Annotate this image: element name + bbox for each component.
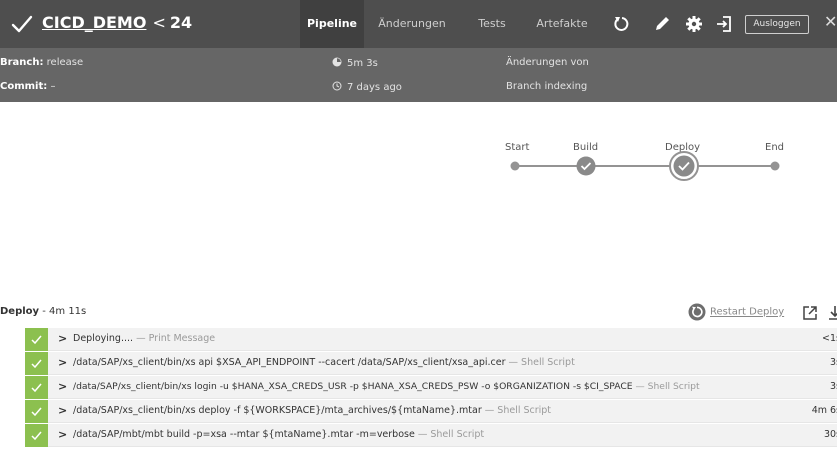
chevron-right-icon[interactable]: > (58, 356, 67, 369)
step-list: > Deploying.... — Print Message <1s > /d… (25, 328, 837, 448)
step-type: — Shell Script (635, 381, 700, 392)
step-command: /data/SAP/xs_client/bin/xs login -u $HAN… (73, 381, 633, 392)
step-type: — Shell Script (484, 405, 552, 416)
check-icon (31, 335, 42, 345)
step-status-success (25, 376, 48, 399)
step-command: Deploying.... (73, 333, 134, 344)
step-status-success (25, 424, 48, 447)
step-text: /data/SAP/xs_client/bin/xs deploy -f ${W… (73, 405, 551, 416)
restart-stage-button[interactable]: Restart Deploy (688, 303, 784, 321)
clock-icon (332, 81, 342, 91)
stage-detail-name: Deploy (0, 306, 40, 317)
stage-detail-header: Deploy - 4m 11s Restart Deploy (0, 300, 837, 324)
step-row[interactable]: > /data/SAP/xs_client/bin/xs deploy -f $… (25, 400, 837, 423)
step-command: /data/SAP/xs_client/bin/xs deploy -f ${W… (73, 405, 482, 416)
stage-node-build[interactable] (576, 156, 596, 176)
job-name-link[interactable]: CICD_DEMO (42, 13, 146, 32)
step-row[interactable]: > Deploying.... — Print Message <1s (25, 328, 837, 351)
duration-info: 5m 3s (332, 57, 378, 69)
check-icon (31, 359, 42, 369)
success-check-icon (11, 15, 33, 33)
changes-info: Änderungen von (506, 57, 589, 68)
download-icon[interactable] (827, 305, 837, 321)
stage-detail-title: Deploy - 4m 11s (0, 306, 86, 317)
step-type: — Shell Script (417, 429, 485, 440)
tab-artifacts[interactable]: Artefakte (534, 0, 590, 48)
branch-value: release (46, 57, 84, 68)
check-icon (31, 383, 42, 393)
step-row[interactable]: > /data/SAP/xs_client/bin/xs login -u $H… (25, 376, 837, 399)
edit-icon[interactable] (652, 14, 672, 34)
commit-label: Commit: (0, 81, 48, 92)
time-ago-value: 7 days ago (347, 82, 402, 93)
step-type: — Shell Script (508, 357, 575, 368)
tab-pipeline[interactable]: Pipeline (300, 0, 364, 48)
check-icon (31, 431, 42, 441)
stage-node-start (510, 161, 520, 171)
stage-node-deploy[interactable] (669, 151, 699, 181)
restart-stage-label: Restart Deploy (710, 306, 785, 318)
step-row[interactable]: > /data/SAP/xs_client/bin/xs api $XSA_AP… (25, 352, 837, 375)
duration-value: 5m 3s (347, 58, 378, 69)
pipeline-graph: Start Build Deploy End (0, 102, 837, 300)
commit-value: – (50, 81, 56, 92)
duration-icon (332, 57, 342, 67)
step-text: /data/SAP/xs_client/bin/xs login -u $HAN… (73, 381, 700, 392)
stage-detail-separator: - (39, 306, 50, 317)
pipeline-connector (515, 165, 775, 167)
stage-node-end (770, 161, 780, 171)
step-command: /data/SAP/mbt/mbt build -p=xsa --mtar ${… (73, 429, 415, 440)
branch-label: Branch: (0, 57, 44, 68)
step-duration: 3s (830, 357, 837, 368)
branch-info: Branch: release (0, 57, 83, 68)
step-duration: 30s (823, 429, 837, 440)
gear-icon[interactable] (684, 14, 704, 34)
replay-icon[interactable] (612, 14, 632, 34)
step-text: /data/SAP/xs_client/bin/xs api $XSA_API_… (73, 357, 575, 368)
exit-icon[interactable] (714, 14, 734, 34)
step-status-success (25, 352, 48, 375)
open-in-new-icon[interactable] (802, 305, 818, 321)
top-bar: CICD_DEMO <24 Pipeline Änderungen Tests A… (0, 0, 837, 48)
chevron-right-icon[interactable]: > (58, 380, 67, 393)
page-title: CICD_DEMO <24 (42, 13, 192, 32)
cause-info: Branch indexing (506, 81, 588, 92)
check-icon (31, 407, 42, 417)
tab-changes[interactable]: Änderungen (374, 0, 450, 48)
step-status-success (25, 328, 48, 351)
step-status-success (25, 400, 48, 423)
step-duration: 3s (830, 381, 837, 392)
close-button[interactable]: ✕ (824, 12, 837, 31)
title-separator: < (152, 13, 166, 32)
time-info: 7 days ago (332, 81, 402, 93)
stage-label-start: Start (505, 142, 530, 153)
commit-info: Commit: – (0, 81, 55, 92)
step-duration: 4m 6s (811, 405, 837, 416)
build-number: 24 (169, 13, 193, 32)
stage-label-build: Build (573, 142, 599, 153)
restart-icon (688, 303, 706, 321)
logout-button[interactable]: Ausloggen (745, 15, 809, 34)
chevron-right-icon[interactable]: > (58, 332, 67, 345)
stage-detail-duration: 4m 11s (49, 306, 87, 317)
stage-label-end: End (765, 142, 785, 153)
step-row[interactable]: > /data/SAP/mbt/mbt build -p=xsa --mtar … (25, 424, 837, 447)
chevron-right-icon[interactable]: > (58, 428, 67, 441)
step-text: /data/SAP/mbt/mbt build -p=xsa --mtar ${… (73, 429, 484, 440)
step-type: — Print Message (136, 333, 216, 344)
step-duration: <1s (822, 333, 837, 344)
step-command: /data/SAP/xs_client/bin/xs api $XSA_API_… (73, 357, 506, 368)
tab-tests[interactable]: Tests (474, 0, 510, 48)
chevron-right-icon[interactable]: > (58, 404, 67, 417)
run-info-bar: Branch: release Commit: – 5m 3s 7 days a… (0, 48, 837, 102)
step-text: Deploying.... — Print Message (73, 333, 215, 344)
